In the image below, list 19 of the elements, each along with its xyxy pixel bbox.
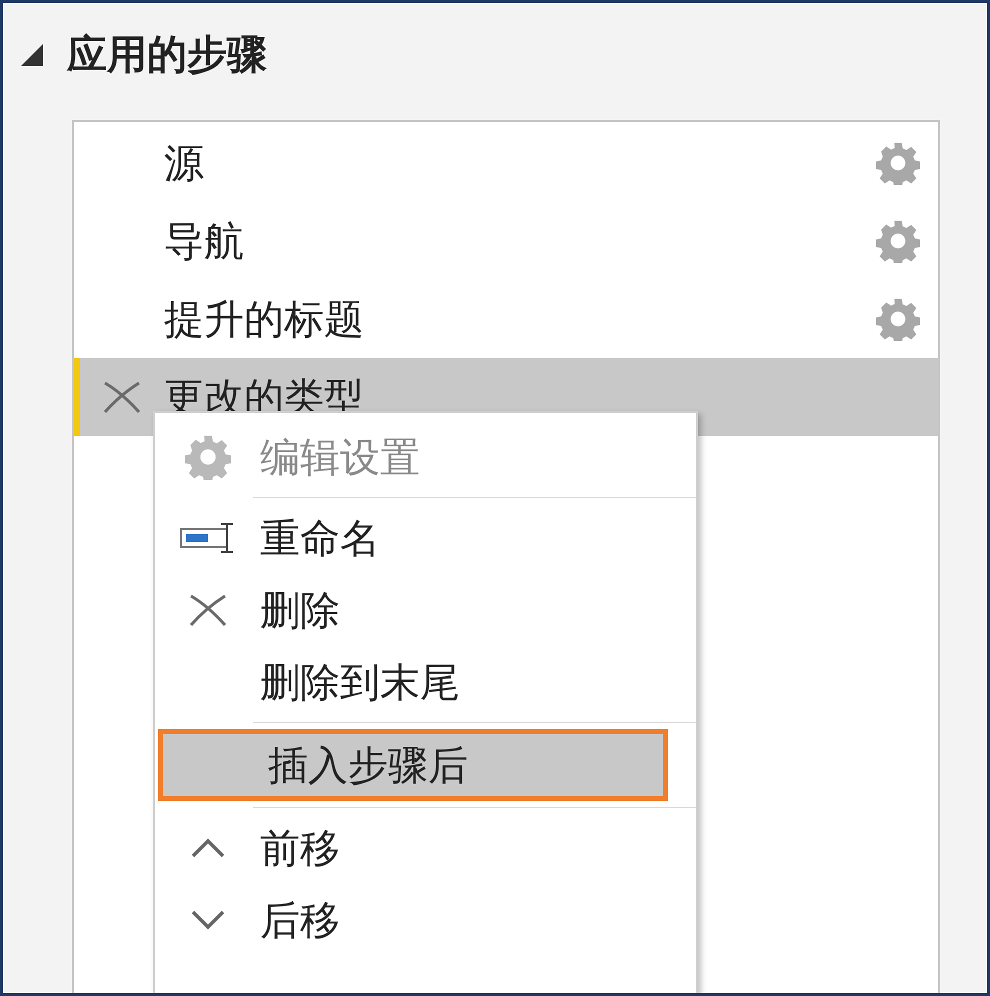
step-name: 提升的标题 (164, 296, 365, 344)
close-icon (102, 379, 142, 415)
step-name: 导航 (164, 218, 245, 266)
menu-item[interactable]: 插入步骤后 (158, 729, 668, 801)
menu-item[interactable]: 前移 (155, 812, 696, 884)
chevron-down-icon (190, 909, 226, 931)
close-icon (188, 592, 228, 628)
collapse-triangle-icon[interactable] (19, 42, 45, 68)
step-name: 源 (164, 140, 205, 188)
menu-item[interactable]: 删除 (155, 574, 696, 646)
gear-icon (184, 434, 230, 480)
step-row[interactable]: 导航 (74, 202, 938, 280)
menu-item[interactable]: 重命名 (155, 502, 696, 574)
menu-item[interactable]: 删除到末尾 (155, 646, 696, 718)
step-row[interactable]: 提升的标题 (74, 280, 938, 358)
panel-title: 应用的步骤 (67, 31, 267, 80)
step-row[interactable]: 源 (74, 124, 938, 202)
menu-item[interactable]: 后移 (155, 884, 696, 956)
chevron-up-icon (190, 837, 226, 859)
